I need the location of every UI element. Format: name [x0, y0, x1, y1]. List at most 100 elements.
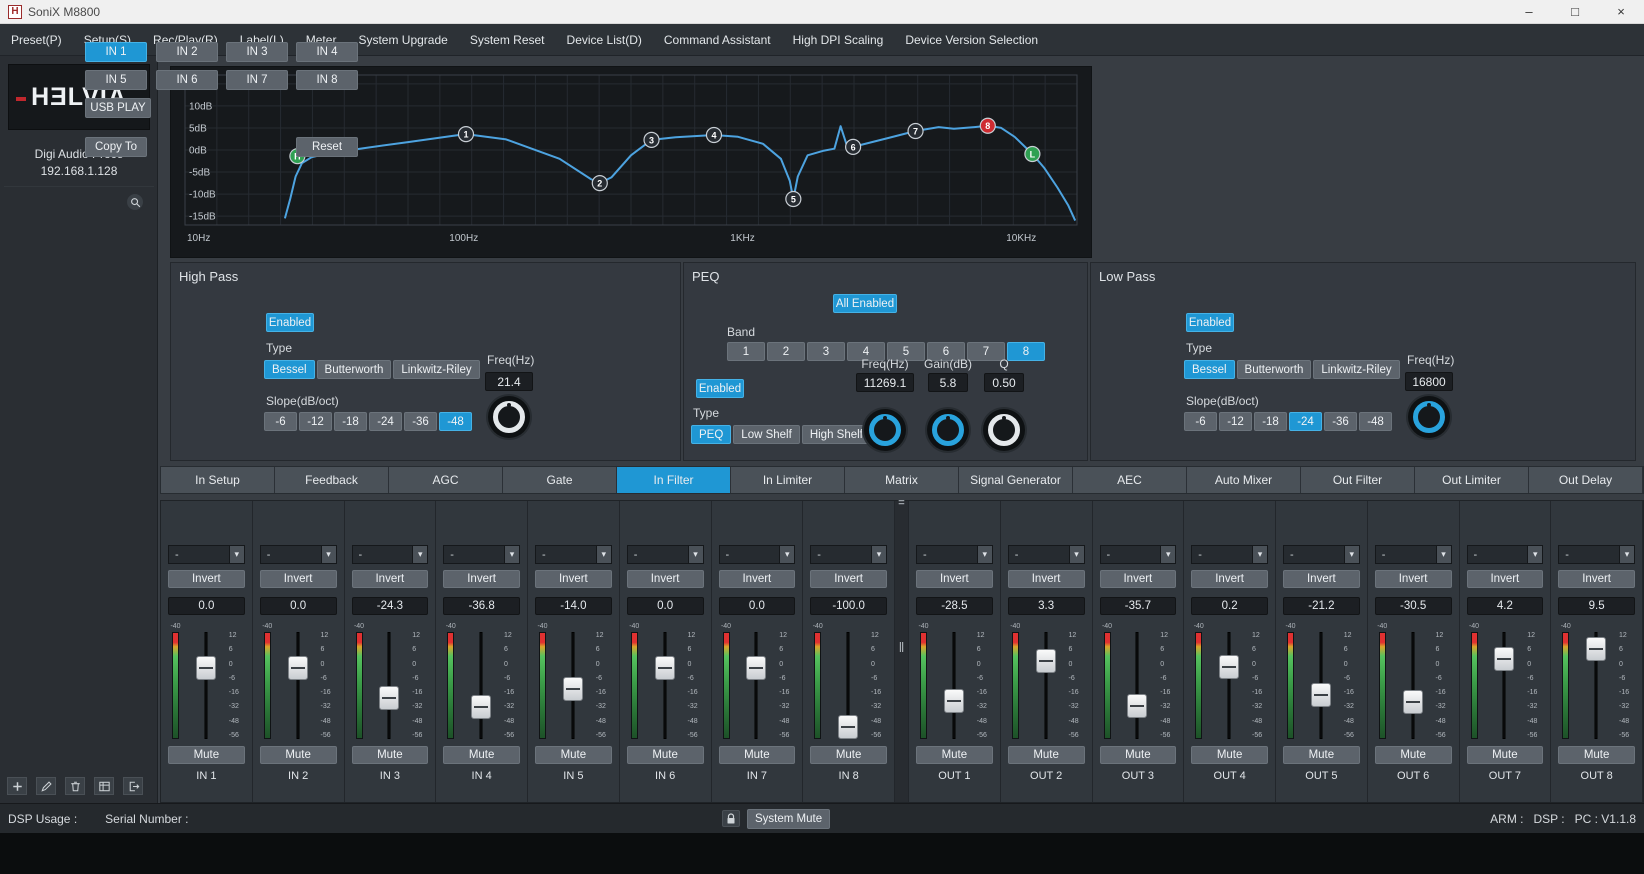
gain-fader[interactable] — [1206, 632, 1252, 739]
invert-button[interactable]: Invert — [352, 570, 429, 588]
gain-value[interactable]: 9.5 — [1558, 597, 1635, 615]
gain-value[interactable]: -36.8 — [443, 597, 520, 615]
input-select-button-in-1[interactable]: IN 1 — [85, 42, 147, 62]
close-button[interactable]: × — [1598, 0, 1644, 23]
invert-button[interactable]: Invert — [1100, 570, 1177, 588]
mute-button[interactable]: Mute — [916, 746, 993, 764]
gain-fader[interactable] — [1115, 632, 1161, 739]
low-pass-freq-knob[interactable] — [1408, 396, 1450, 438]
high-pass-slope-button[interactable]: -18 — [334, 412, 367, 431]
eq-point-7[interactable]: 7 — [908, 124, 923, 139]
copy-to-button[interactable]: Copy To — [85, 137, 147, 157]
gain-value[interactable]: -100.0 — [810, 597, 887, 615]
mute-button[interactable]: Mute — [443, 746, 520, 764]
peq-type-peq[interactable]: PEQ — [691, 425, 731, 444]
gain-fader[interactable] — [1298, 632, 1344, 739]
peq-param-value-q[interactable]: 0.50 — [984, 373, 1024, 392]
high-pass-type-butterworth[interactable]: Butterworth — [317, 360, 392, 379]
menu-item-system-upgrade[interactable]: System Upgrade — [347, 24, 458, 55]
input-select-button-in-4[interactable]: IN 4 — [296, 42, 358, 62]
channel-source-dropdown[interactable]: -▾ — [1375, 545, 1452, 564]
tab-out-delay[interactable]: Out Delay — [1529, 467, 1643, 493]
gain-fader[interactable] — [183, 632, 229, 739]
channel-source-dropdown[interactable]: -▾ — [168, 545, 245, 564]
low-pass-enabled-button[interactable]: Enabled — [1186, 313, 1234, 332]
gain-value[interactable]: -24.3 — [352, 597, 429, 615]
peq-band-button-1[interactable]: 1 — [727, 342, 765, 361]
peq-band-button-3[interactable]: 3 — [807, 342, 845, 361]
input-select-button-in-6[interactable]: IN 6 — [156, 70, 218, 90]
usb-play-button[interactable]: USB PLAY — [85, 98, 151, 118]
mute-button[interactable]: Mute — [535, 746, 612, 764]
input-select-button-in-7[interactable]: IN 7 — [226, 70, 288, 90]
fader-handle[interactable] — [563, 677, 583, 701]
gain-value[interactable]: -28.5 — [916, 597, 993, 615]
mute-button[interactable]: Mute — [1008, 746, 1085, 764]
fader-handle[interactable] — [288, 656, 308, 680]
mute-button[interactable]: Mute — [1191, 746, 1268, 764]
high-pass-slope-button[interactable]: -48 — [439, 412, 472, 431]
gain-value[interactable]: 0.0 — [627, 597, 704, 615]
gain-value[interactable]: -21.2 — [1283, 597, 1360, 615]
eq-point-1[interactable]: 1 — [458, 127, 473, 142]
invert-button[interactable]: Invert — [1191, 570, 1268, 588]
gain-value[interactable]: 3.3 — [1008, 597, 1085, 615]
tab-out-filter[interactable]: Out Filter — [1301, 467, 1415, 493]
invert-button[interactable]: Invert — [810, 570, 887, 588]
mute-button[interactable]: Mute — [810, 746, 887, 764]
invert-button[interactable]: Invert — [535, 570, 612, 588]
gain-fader[interactable] — [1573, 632, 1619, 739]
input-select-button-in-8[interactable]: IN 8 — [296, 70, 358, 90]
mute-button[interactable]: Mute — [1283, 746, 1360, 764]
mute-button[interactable]: Mute — [1467, 746, 1544, 764]
mute-button[interactable]: Mute — [168, 746, 245, 764]
tab-out-limiter[interactable]: Out Limiter — [1415, 467, 1529, 493]
tab-gate[interactable]: Gate — [503, 467, 617, 493]
gain-value[interactable]: 0.2 — [1191, 597, 1268, 615]
low-pass-slope-button[interactable]: -48 — [1359, 412, 1392, 431]
input-select-button-in-2[interactable]: IN 2 — [156, 42, 218, 62]
tab-feedback[interactable]: Feedback — [275, 467, 389, 493]
fader-handle[interactable] — [1311, 683, 1331, 707]
channel-source-dropdown[interactable]: -▾ — [916, 545, 993, 564]
eq-point-l[interactable]: L — [1025, 146, 1040, 161]
peq-param-knob-freq-hz[interactable] — [864, 409, 906, 451]
high-pass-type-bessel[interactable]: Bessel — [264, 360, 315, 379]
fader-handle[interactable] — [944, 689, 964, 713]
high-pass-slope-button[interactable]: -36 — [404, 412, 437, 431]
mute-button[interactable]: Mute — [260, 746, 337, 764]
channel-source-dropdown[interactable]: -▾ — [719, 545, 796, 564]
peq-all-enabled-button[interactable]: All Enabled — [833, 294, 897, 313]
minimize-button[interactable]: – — [1506, 0, 1552, 23]
menu-item-preset-p[interactable]: Preset(P) — [0, 24, 73, 55]
fader-handle[interactable] — [1586, 637, 1606, 661]
eq-point-4[interactable]: 4 — [706, 128, 721, 143]
low-pass-type-bessel[interactable]: Bessel — [1184, 360, 1235, 379]
export-device-button[interactable] — [123, 777, 143, 795]
low-pass-slope-button[interactable]: -24 — [1289, 412, 1322, 431]
menu-item-command-assistant[interactable]: Command Assistant — [653, 24, 782, 55]
gain-fader[interactable] — [458, 632, 504, 739]
mute-button[interactable]: Mute — [1375, 746, 1452, 764]
fader-handle[interactable] — [655, 656, 675, 680]
low-pass-slope-button[interactable]: -36 — [1324, 412, 1357, 431]
gain-value[interactable]: 0.0 — [719, 597, 796, 615]
eq-point-3[interactable]: 3 — [644, 132, 659, 147]
invert-button[interactable]: Invert — [1008, 570, 1085, 588]
eq-point-5[interactable]: 5 — [786, 191, 801, 206]
gain-fader[interactable] — [642, 632, 688, 739]
peq-param-knob-gain-db[interactable] — [927, 409, 969, 451]
gain-fader[interactable] — [734, 632, 780, 739]
low-pass-freq-value[interactable]: 16800 — [1405, 372, 1453, 391]
gain-fader[interactable] — [275, 632, 321, 739]
gain-fader[interactable] — [550, 632, 596, 739]
mute-button[interactable]: Mute — [627, 746, 704, 764]
gain-value[interactable]: 0.0 — [260, 597, 337, 615]
fader-handle[interactable] — [1036, 649, 1056, 673]
eq-point-8[interactable]: 8 — [980, 118, 995, 133]
invert-button[interactable]: Invert — [719, 570, 796, 588]
tab-in-setup[interactable]: In Setup — [161, 467, 275, 493]
invert-button[interactable]: Invert — [1467, 570, 1544, 588]
high-pass-slope-button[interactable]: -6 — [264, 412, 297, 431]
input-select-button-in-3[interactable]: IN 3 — [226, 42, 288, 62]
